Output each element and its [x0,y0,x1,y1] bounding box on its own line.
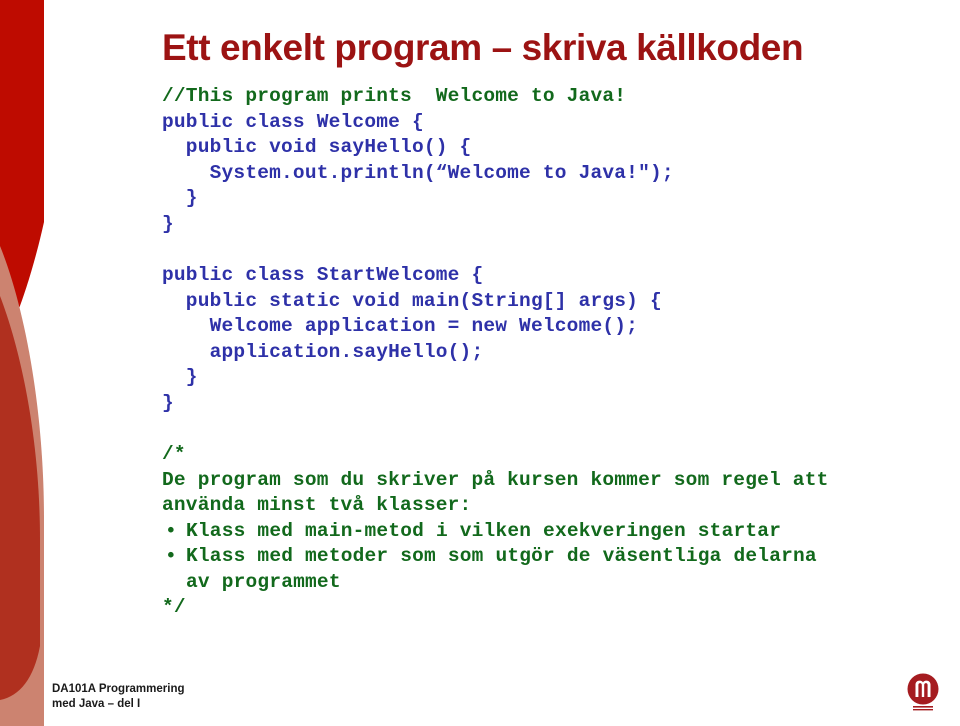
footer-line-2: med Java – del I [52,698,141,710]
logo-m-glyph [915,680,931,697]
comment-intro-line: använda minst två klasser: [162,494,472,516]
footer-line-1: DA101A Programmering [52,683,185,695]
page-title: Ett enkelt program – skriva källkoden [162,27,804,68]
comment-close-marker: */ [162,596,186,618]
footer-course-info: DA101A Programmering med Java – del I [52,682,185,712]
code-line: application.sayHello(); [162,340,484,363]
code-line: public static void main(String[] args) { [162,289,662,312]
code-line: public class Welcome { [162,110,424,133]
code-line: //This program prints Welcome to Java! [162,85,627,107]
code-block-spacer [162,237,952,263]
code-line: } [162,391,174,414]
code-line: public void sayHello() { [162,136,472,158]
comment-bullet-item: • Klass med metoder som som utgör de väs… [162,544,952,595]
code-line: System.out.println(“Welcome to Java!"); [162,161,674,184]
code-line: } [162,187,198,209]
code-block-swedish-comment: /* De program som du skriver på kursen k… [162,442,952,621]
slide: Ett enkelt program – skriva källkoden //… [0,0,960,726]
code-block-welcome-class: //This program prints Welcome to Java! p… [162,84,952,237]
code-content: //This program prints Welcome to Java! p… [162,84,952,621]
bullet-dot-icon: • [165,519,177,542]
code-line: } [162,366,198,388]
comment-bullet-text-continued: av programmet [186,570,341,593]
code-line: public class StartWelcome { [162,264,484,286]
code-block-spacer [162,416,952,442]
university-logo [900,672,946,714]
logo-wordmark-bar-1 [913,706,933,708]
comment-bullet-text: Klass med metoder som som utgör de väsen… [186,545,817,567]
comment-intro-line: De program som du skriver på kursen komm… [162,468,829,491]
code-block-startwelcome-class: public class StartWelcome { public stati… [162,263,952,416]
left-decoration-graphic [0,0,44,726]
code-line: Welcome application = new Welcome(); [162,315,639,337]
comment-bullet-item: • Klass med main-metod i vilken exekveri… [162,519,952,545]
code-line: } [162,212,174,235]
comment-bullet-text: Klass med main-metod i vilken exekvering… [186,519,782,542]
comment-bullet-text-wrap: Klass med metoder som som utgör de väsen… [186,544,952,595]
logo-wordmark-bar-2 [913,709,933,711]
bullet-dot-icon: • [165,545,177,567]
comment-open-marker: /* [162,443,186,465]
